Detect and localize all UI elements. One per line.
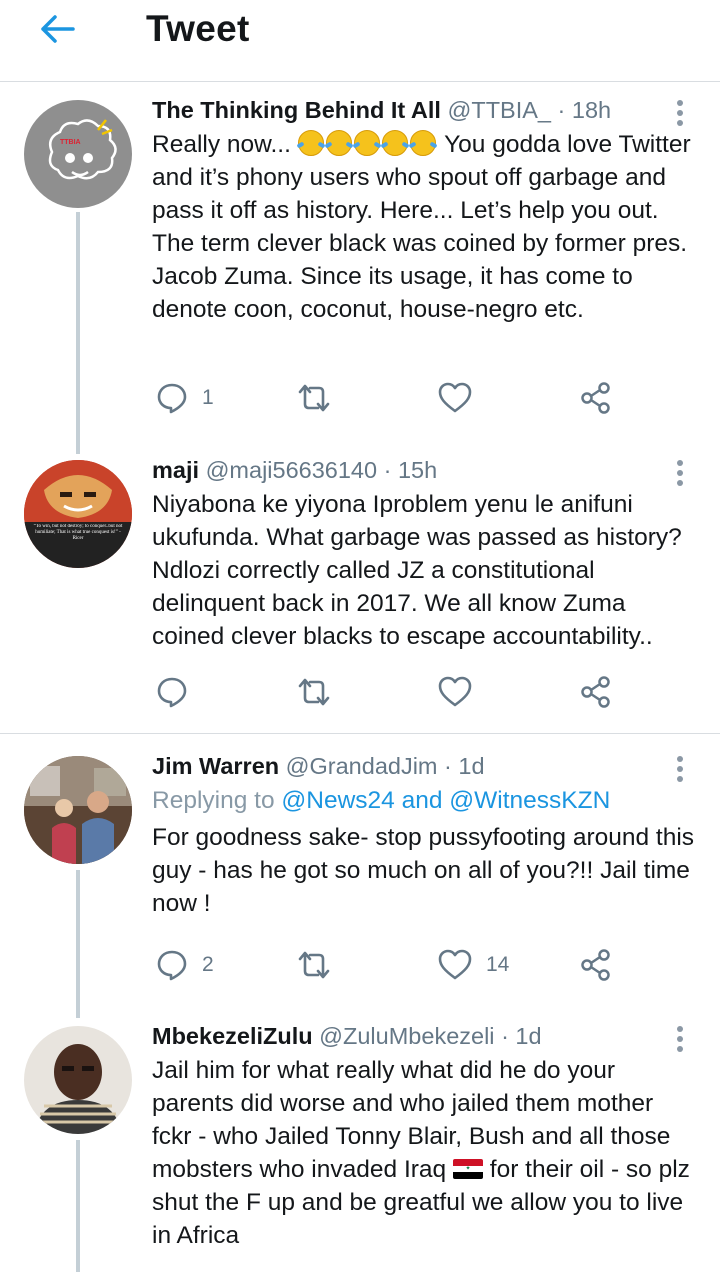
- share-button[interactable]: [580, 945, 612, 985]
- tweet-text: Jail him for what really what did he do …: [152, 1054, 697, 1252]
- reply-button[interactable]: [156, 672, 188, 712]
- share-icon: [581, 676, 610, 708]
- reply-icon: [157, 677, 187, 708]
- handle[interactable]: @GrandadJim: [286, 753, 438, 779]
- arrow-left-icon: [41, 15, 75, 43]
- heart-icon: [438, 676, 472, 707]
- handle[interactable]: @ZuluMbekezeli: [319, 1023, 494, 1049]
- tweet-text: For goodness sake- stop pussyfooting aro…: [152, 824, 695, 917]
- reply-icon: [157, 383, 187, 414]
- avatar[interactable]: TTBIA: [24, 100, 132, 208]
- like-button[interactable]: 14: [438, 945, 509, 985]
- timestamp[interactable]: 1d: [458, 753, 484, 779]
- display-name[interactable]: MbekezeliZulu: [152, 1023, 313, 1049]
- timestamp[interactable]: 15h: [398, 457, 437, 483]
- tweet[interactable]: MbekezeliZulu @ZuluMbekezeli · 1d Jail h…: [0, 1018, 720, 1272]
- display-name[interactable]: The Thinking Behind It All: [152, 97, 441, 123]
- avatar[interactable]: [24, 1026, 132, 1134]
- reply-icon: [157, 950, 187, 981]
- tweet-text: Niyabona ke yiyona Iproblem yenu le anif…: [152, 491, 682, 650]
- tweet-text: Really now... You godda love Twitter and…: [152, 128, 697, 326]
- top-bar: Tweet: [0, 0, 720, 82]
- retweet-button[interactable]: [296, 945, 332, 985]
- avatar-image: [24, 1026, 132, 1134]
- tweet-actions: [152, 672, 632, 712]
- divider: [0, 733, 720, 734]
- tweet-actions: 1: [152, 378, 632, 418]
- iraq-flag-icon: ✦: [452, 1159, 483, 1179]
- avatar[interactable]: “To win, but not destroy; to conquer..bu…: [24, 460, 132, 568]
- handle[interactable]: @TTBIA_: [447, 97, 551, 123]
- reply-button[interactable]: 1: [156, 378, 214, 418]
- retweet-button[interactable]: [296, 672, 332, 712]
- reply-button[interactable]: 2: [156, 945, 214, 985]
- reply-count: 1: [202, 386, 214, 409]
- heart-icon: [438, 382, 472, 413]
- page-title: Tweet: [146, 8, 250, 49]
- timestamp[interactable]: 1d: [515, 1023, 541, 1049]
- tweet-meta: Jim Warren @GrandadJim · 1d: [152, 750, 697, 782]
- heart-icon: [438, 949, 472, 980]
- share-icon: [581, 382, 610, 414]
- tweet-meta: maji @maji56636140 · 15h: [152, 454, 697, 486]
- laughing-emoji-icon: [297, 130, 438, 158]
- tweet-meta: MbekezeliZulu @ZuluMbekezeli · 1d: [152, 1020, 697, 1052]
- separator: ·: [444, 753, 452, 779]
- more-options-button[interactable]: [668, 754, 692, 784]
- share-button[interactable]: [580, 672, 612, 712]
- like-button[interactable]: [438, 378, 472, 418]
- tweet-meta: The Thinking Behind It All @TTBIA_ · 18h: [152, 94, 697, 126]
- display-name[interactable]: Jim Warren: [152, 753, 279, 779]
- handle[interactable]: @maji56636140: [206, 457, 378, 483]
- retweet-icon: [298, 678, 330, 706]
- tweet-text-part: You godda love Twitter and it’s phony us…: [152, 131, 691, 323]
- separator: ·: [557, 97, 566, 123]
- more-options-button[interactable]: [668, 458, 692, 488]
- avatar[interactable]: [24, 756, 132, 864]
- back-button[interactable]: [36, 8, 78, 50]
- like-button[interactable]: [438, 672, 472, 712]
- retweet-button[interactable]: [296, 378, 332, 418]
- avatar-image: [24, 756, 132, 864]
- replying-to-link[interactable]: @News24 and @WitnessKZN: [281, 787, 610, 814]
- retweet-icon: [298, 951, 330, 979]
- replying-to: Replying to @News24 and @WitnessKZN: [152, 784, 697, 817]
- more-options-button[interactable]: [668, 98, 692, 128]
- avatar-image: TTBIA: [24, 100, 132, 208]
- tweet-actions: 2 14: [152, 945, 632, 985]
- avatar-image: “To win, but not destroy; to conquer..bu…: [24, 460, 132, 568]
- share-icon: [581, 949, 610, 981]
- avatar-quote: “To win, but not destroy; to conquer..bu…: [33, 524, 123, 541]
- display-name[interactable]: maji: [152, 457, 199, 483]
- separator: ·: [501, 1023, 509, 1049]
- avatar-label: TTBIA: [60, 139, 81, 146]
- reply-count: 2: [202, 953, 214, 976]
- share-button[interactable]: [580, 378, 612, 418]
- retweet-icon: [298, 384, 330, 412]
- separator: ·: [383, 457, 392, 483]
- more-options-button[interactable]: [668, 1024, 692, 1054]
- like-count: 14: [486, 953, 510, 976]
- timestamp[interactable]: 18h: [572, 97, 611, 123]
- tweet-text-part: Really now...: [152, 131, 291, 158]
- replying-prefix: Replying to: [152, 787, 282, 814]
